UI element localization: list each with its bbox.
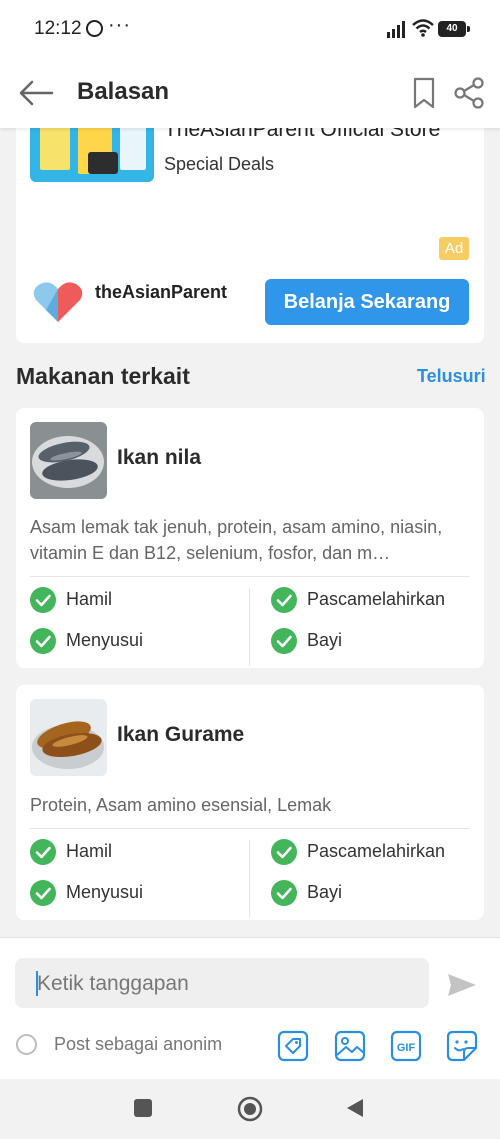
gif-icon[interactable]: GIF xyxy=(390,1030,422,1062)
stage-label: Pascamelahirkan xyxy=(307,589,446,609)
app-header: Balasan xyxy=(0,62,500,128)
send-icon[interactable] xyxy=(446,972,478,998)
ad-brand-name: theAsianParent xyxy=(95,282,228,302)
share-icon[interactable] xyxy=(452,76,486,110)
check-icon xyxy=(271,587,297,613)
more-notifications-icon: ··· xyxy=(108,14,131,36)
battery-icon: 40 xyxy=(438,21,470,37)
divider xyxy=(30,828,470,829)
home-button[interactable] xyxy=(237,1096,263,1122)
status-time: 12:12 xyxy=(34,18,82,39)
check-icon xyxy=(30,880,56,906)
browse-link[interactable]: Telusuri xyxy=(417,366,486,387)
sticker-icon[interactable] xyxy=(446,1030,478,1062)
reply-placeholder: Ketik tanggapan xyxy=(37,972,189,995)
anonymous-radio[interactable] xyxy=(16,1034,37,1055)
food-description: Asam lemak tak jenuh, protein, asam amin… xyxy=(30,517,443,563)
reply-input[interactable]: Ketik tanggapan xyxy=(15,958,429,1008)
wifi-icon xyxy=(412,19,434,37)
whatsapp-icon xyxy=(86,20,103,37)
check-icon xyxy=(271,628,297,654)
divider xyxy=(249,588,250,666)
check-icon xyxy=(30,839,56,865)
food-description: Protein, Asam amino esensial, Lemak xyxy=(30,795,332,815)
stage-label: Bayi xyxy=(307,630,343,650)
section-title: Makanan terkait xyxy=(16,363,190,389)
divider xyxy=(249,840,250,918)
check-icon xyxy=(30,587,56,613)
ad-card[interactable]: TheAsianParent Official Store Special De… xyxy=(16,100,484,343)
food-image xyxy=(30,699,107,776)
ad-badge: Ad xyxy=(439,237,469,260)
page-title: Balasan xyxy=(77,78,170,105)
stage-label: Menyusui xyxy=(66,630,144,650)
food-name: Ikan nila xyxy=(117,446,202,469)
shop-now-button[interactable]: Belanja Sekarang xyxy=(265,279,469,325)
text-cursor xyxy=(36,971,38,996)
back-arrow-icon[interactable] xyxy=(16,76,56,110)
food-image xyxy=(30,422,107,499)
stage-label: Menyusui xyxy=(66,882,144,902)
nav-back-button[interactable] xyxy=(345,1097,365,1119)
food-name: Ikan Gurame xyxy=(117,723,245,746)
recent-apps-button[interactable] xyxy=(134,1099,152,1117)
food-card[interactable]: Ikan nila Asam lemak tak jenuh, protein,… xyxy=(16,408,484,668)
stage-label: Bayi xyxy=(307,882,343,902)
food-card[interactable]: Ikan Gurame Protein, Asam amino esensial… xyxy=(16,685,484,920)
check-icon xyxy=(30,628,56,654)
ad-subtitle: Special Deals xyxy=(164,154,275,174)
image-icon[interactable] xyxy=(334,1030,366,1062)
divider xyxy=(30,576,470,577)
stage-label: Pascamelahirkan xyxy=(307,841,446,861)
status-bar: 12:12 ··· 40 xyxy=(0,0,500,62)
heart-logo-icon xyxy=(33,282,83,322)
signal-icon xyxy=(387,21,405,38)
tag-icon[interactable] xyxy=(277,1030,309,1062)
bookmark-icon[interactable] xyxy=(410,76,438,110)
anonymous-label[interactable]: Post sebagai anonim xyxy=(54,1034,222,1055)
reply-composer: Ketik tanggapan Post sebagai anonim GIF xyxy=(0,937,500,1079)
check-icon xyxy=(271,839,297,865)
svg-text:GIF: GIF xyxy=(397,1042,416,1054)
check-icon xyxy=(271,880,297,906)
system-nav-bar xyxy=(0,1079,500,1139)
stage-label: Hamil xyxy=(66,589,113,609)
stage-label: Hamil xyxy=(66,841,113,861)
